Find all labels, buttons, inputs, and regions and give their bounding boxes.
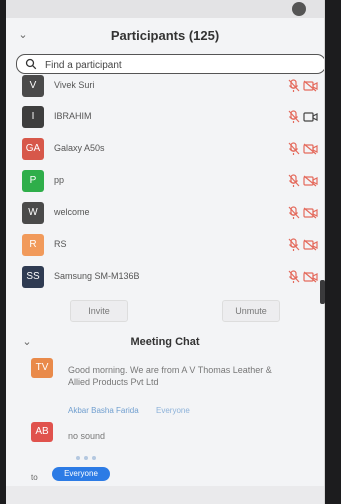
message-avatar: TV bbox=[31, 358, 53, 378]
participant-avatar: P bbox=[22, 170, 44, 192]
mic-muted-icon[interactable] bbox=[288, 79, 300, 93]
participant-name: welcome bbox=[54, 207, 90, 217]
participant-name: Vivek Suri bbox=[54, 80, 95, 90]
avatar[interactable] bbox=[292, 2, 306, 16]
participants-header: ⌄ Participants (125) bbox=[6, 18, 324, 52]
participant-row[interactable]: P pp bbox=[6, 166, 324, 196]
recipient-label: to bbox=[31, 473, 38, 482]
participant-name: RS bbox=[54, 239, 67, 249]
participant-row[interactable]: W welcome bbox=[6, 198, 324, 228]
message-recipient: Everyone bbox=[156, 406, 190, 415]
message-text: Good morning. We are from A V Thomas Lea… bbox=[68, 365, 272, 387]
scrollbar[interactable] bbox=[320, 280, 325, 304]
participant-row[interactable]: I IBRAHIM bbox=[6, 102, 324, 132]
video-off-icon[interactable] bbox=[303, 239, 318, 251]
participant-row[interactable]: SS Samsung SM-M136B bbox=[6, 262, 324, 292]
video-off-icon[interactable] bbox=[303, 175, 318, 187]
mic-muted-icon[interactable] bbox=[288, 270, 300, 284]
search-bar[interactable] bbox=[16, 54, 324, 74]
participant-list: V Vivek Suri I IBRAHIM GA Galaxy A50s P … bbox=[6, 74, 324, 294]
participant-name: Galaxy A50s bbox=[54, 143, 105, 153]
participant-avatar: W bbox=[22, 202, 44, 224]
participant-avatar: SS bbox=[22, 266, 44, 288]
typing-indicator bbox=[76, 454, 316, 462]
message-text: no sound bbox=[68, 431, 106, 441]
message-sender: Akbar Basha Farida bbox=[68, 406, 139, 415]
participant-avatar: I bbox=[22, 106, 44, 128]
participants-panel: ⌄ Participants (125) V Vivek Suri I IBRA… bbox=[6, 0, 325, 504]
participant-avatar: V bbox=[22, 75, 44, 97]
participant-row[interactable]: GA Galaxy A50s bbox=[6, 134, 324, 164]
recipient-selector[interactable]: Everyone bbox=[52, 467, 110, 481]
video-off-icon[interactable] bbox=[303, 271, 318, 283]
participant-name: Samsung SM-M136B bbox=[54, 271, 140, 281]
video-off-icon[interactable] bbox=[303, 143, 318, 155]
participant-name: IBRAHIM bbox=[54, 111, 92, 121]
participant-avatar: GA bbox=[22, 138, 44, 160]
chat-header: ⌄ Meeting Chat bbox=[6, 332, 324, 352]
mic-muted-icon[interactable] bbox=[288, 110, 300, 124]
mic-muted-icon[interactable] bbox=[288, 238, 300, 252]
invite-button[interactable]: Invite bbox=[70, 300, 128, 322]
search-input[interactable] bbox=[43, 56, 307, 74]
mic-muted-icon[interactable] bbox=[288, 174, 300, 188]
message-avatar: AB bbox=[31, 422, 53, 442]
video-icon[interactable] bbox=[303, 111, 318, 123]
status-strip bbox=[6, 0, 324, 18]
unmute-button[interactable]: Unmute bbox=[222, 300, 280, 322]
mic-muted-icon[interactable] bbox=[288, 142, 300, 156]
participant-row[interactable]: R RS bbox=[6, 230, 324, 260]
video-off-icon[interactable] bbox=[303, 80, 318, 92]
search-icon bbox=[25, 58, 37, 70]
participant-name: pp bbox=[54, 175, 65, 185]
message-input[interactable] bbox=[6, 486, 324, 504]
participant-avatar: R bbox=[22, 234, 44, 256]
participants-title: Participants (125) bbox=[110, 28, 220, 43]
mic-muted-icon[interactable] bbox=[288, 206, 300, 220]
video-off-icon[interactable] bbox=[303, 207, 318, 219]
participant-row[interactable]: V Vivek Suri bbox=[6, 74, 324, 101]
chat-title: Meeting Chat bbox=[130, 336, 200, 348]
